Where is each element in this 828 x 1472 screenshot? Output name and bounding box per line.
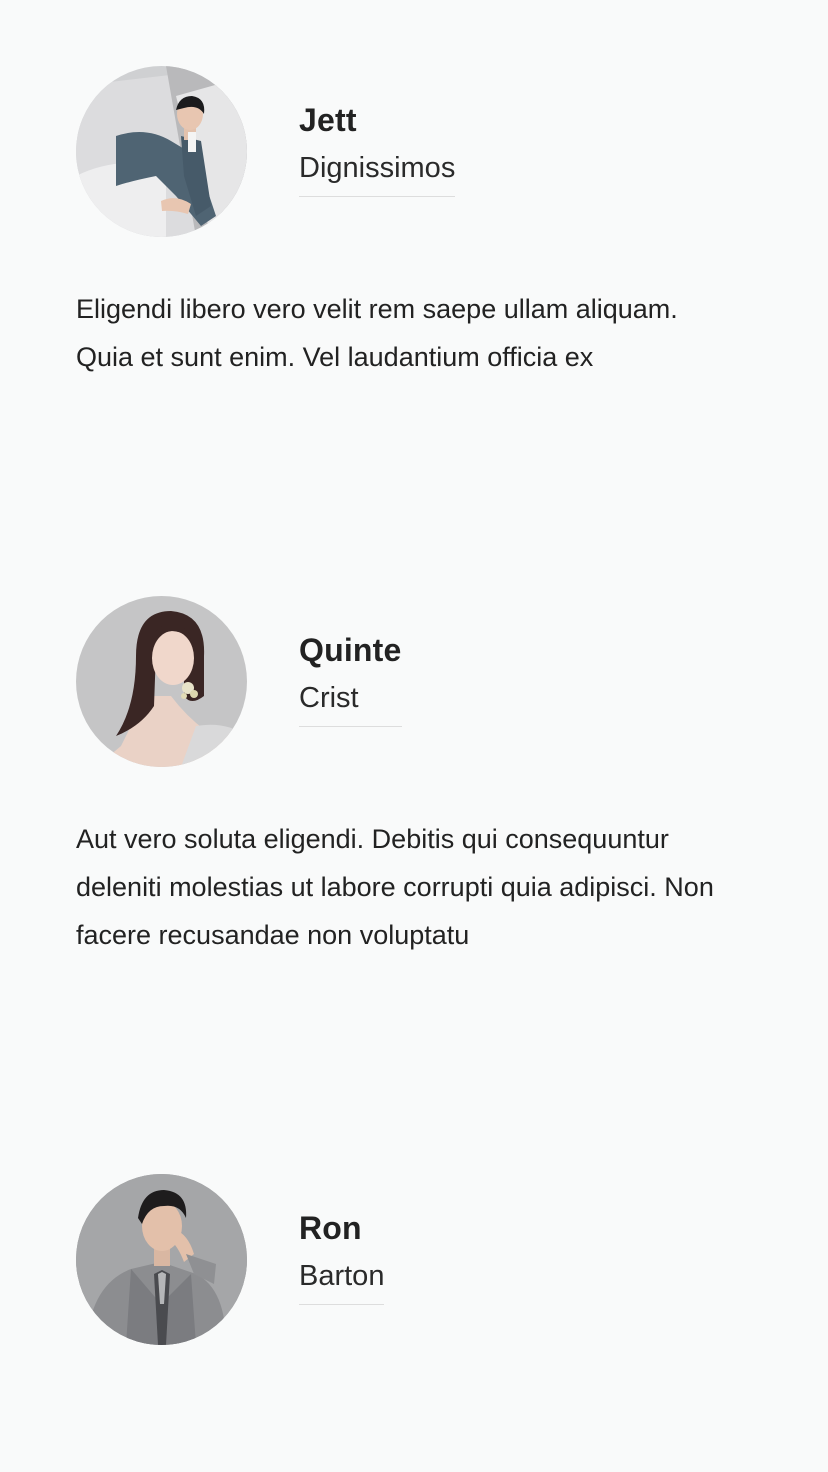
avatar (76, 1174, 247, 1345)
author-name: Quinte (299, 632, 402, 668)
person-photo-icon (76, 596, 247, 767)
testimonial-card: Ron Barton (76, 1174, 736, 1345)
author-meta: Ron Barton (299, 1208, 385, 1305)
testimonial-header: Quinte Crist (76, 596, 736, 767)
testimonial-text: Aut vero soluta eligendi. Debitis qui co… (76, 824, 714, 950)
author-meta: Jett Dignissimos (299, 100, 456, 197)
avatar (76, 66, 247, 237)
author-meta: Quinte Crist (299, 630, 402, 727)
testimonial-card: Quinte Crist Aut vero soluta eligendi. D… (76, 596, 736, 959)
author-role: Crist (299, 682, 359, 714)
author-name: Jett (299, 102, 357, 138)
person-photo-icon (76, 66, 247, 237)
testimonial-header: Ron Barton (76, 1174, 736, 1345)
testimonial-card: Jett Dignissimos Eligendi libero vero ve… (76, 66, 736, 381)
testimonial-text: Eligendi libero vero velit rem saepe ull… (76, 294, 678, 372)
avatar (76, 596, 247, 767)
author-role: Dignissimos (299, 152, 456, 184)
author-name: Ron (299, 1210, 362, 1246)
author-role: Barton (299, 1260, 385, 1292)
testimonial-header: Jett Dignissimos (76, 66, 736, 237)
person-photo-icon (76, 1174, 247, 1345)
